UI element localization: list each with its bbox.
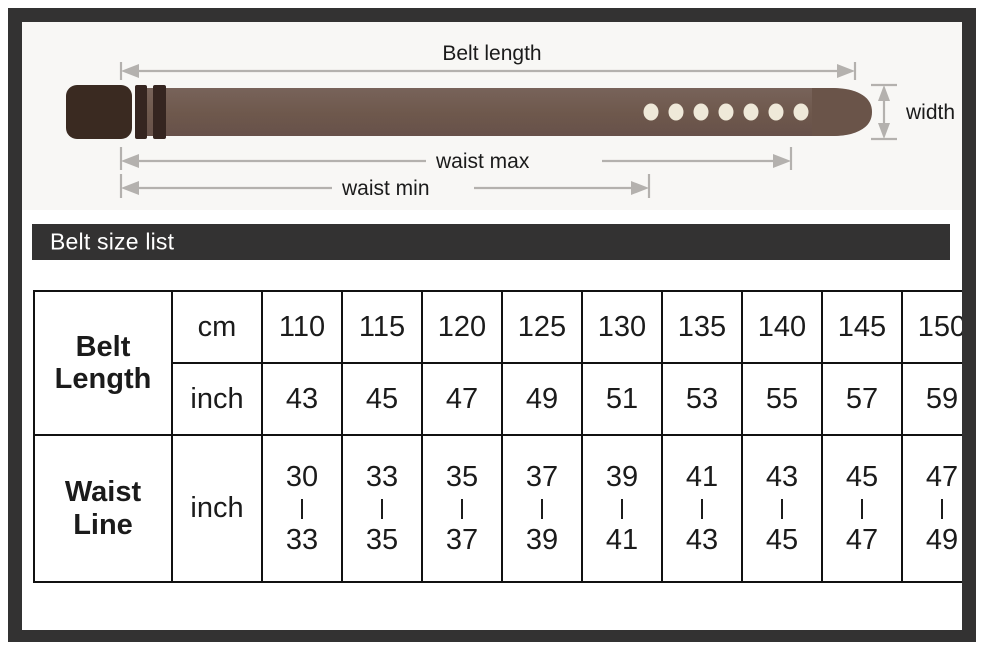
belt-keeper-2	[153, 85, 166, 139]
size-table-panel: Belt size list Belt Length cm 110 115 12…	[22, 210, 962, 630]
waist-range-6-max: 45	[765, 523, 799, 556]
unit-cell-inch-length: inch	[171, 362, 263, 436]
width-label: width	[906, 101, 956, 124]
belt-length-arrow-left	[121, 64, 139, 78]
section-title: Belt size list	[50, 228, 175, 255]
waist-range-4-min: 39	[605, 460, 639, 493]
row-header-belt-length-line2: Length	[54, 363, 152, 395]
waist-range-2: 35 37	[423, 460, 501, 556]
range-separator-icon	[461, 498, 463, 519]
cell-inch-0: 43	[261, 362, 343, 436]
range-separator-icon	[781, 498, 783, 519]
table-row-belt-length-cm: Belt Length cm 110 115 120 125 130 135 1…	[33, 290, 962, 436]
waist-min-label: waist min	[342, 177, 430, 200]
range-separator-icon	[941, 498, 943, 519]
belt-size-chart-image: Belt length width waist max waist min Be…	[0, 0, 1000, 650]
belt-illustration: Belt length width waist max waist min	[22, 22, 962, 210]
cell-inch-5: 53	[661, 362, 743, 436]
waist-range-2-max: 37	[445, 523, 479, 556]
row-header-belt-length-line1: Belt	[75, 330, 131, 363]
width-arrow-up	[878, 85, 890, 101]
cell-cm-3: 125	[501, 290, 583, 364]
belt-size-table: Belt Length cm 110 115 120 125 130 135 1…	[33, 290, 962, 583]
waist-range-2-min: 35	[445, 460, 479, 493]
waist-range-5: 41 43	[663, 460, 741, 556]
unit-cell-inch-waist: inch	[171, 434, 263, 583]
waist-range-6: 43 45	[743, 460, 821, 556]
section-title-bar: Belt size list	[32, 224, 950, 260]
belt-length-arrow-right	[837, 64, 855, 78]
width-arrow-down	[878, 123, 890, 139]
waist-range-4-max: 41	[605, 523, 639, 556]
waist-range-7-max: 47	[845, 523, 879, 556]
waist-range-3-min: 37	[525, 460, 559, 493]
waist-range-7: 45 47	[823, 460, 901, 556]
waist-range-6-min: 43	[765, 460, 799, 493]
unit-cell-cm: cm	[171, 290, 263, 364]
table-row-waist-line: Waist Line inch 30 33 33 35 35 37 37 39 …	[33, 434, 962, 583]
waist-max-arrow-left	[121, 154, 139, 168]
belt-length-label: Belt length	[442, 42, 542, 65]
range-separator-icon	[861, 498, 863, 519]
cell-waist-1: 33 35	[341, 434, 423, 583]
cell-cm-0: 110	[261, 290, 343, 364]
waist-max-arrow-right	[773, 154, 791, 168]
cell-waist-0: 30 33	[261, 434, 343, 583]
waist-range-3: 37 39	[503, 460, 581, 556]
belt-keeper-1	[135, 85, 147, 139]
waist-range-1-min: 33	[365, 460, 399, 493]
waist-range-8: 47 49	[903, 460, 962, 556]
cell-waist-5: 41 43	[661, 434, 743, 583]
cell-inch-2: 47	[421, 362, 503, 436]
cell-inch-4: 51	[581, 362, 663, 436]
range-separator-icon	[621, 498, 623, 519]
waist-range-5-max: 43	[685, 523, 719, 556]
belt-buckle	[66, 85, 132, 139]
waist-range-8-min: 47	[925, 460, 959, 493]
waist-range-7-min: 45	[845, 460, 879, 493]
cell-cm-8: 150	[901, 290, 962, 364]
range-separator-icon	[701, 498, 703, 519]
cell-inch-6: 55	[741, 362, 823, 436]
cell-cm-7: 145	[821, 290, 903, 364]
waist-range-4: 39 41	[583, 460, 661, 556]
waist-range-8-max: 49	[925, 523, 959, 556]
row-header-waist-line1: Waist	[64, 476, 142, 509]
waist-min-arrow-right	[631, 181, 649, 195]
cell-waist-6: 43 45	[741, 434, 823, 583]
belt-diagram-panel: Belt length width waist max waist min	[22, 22, 962, 210]
row-header-waist-line2: Line	[73, 508, 133, 541]
waist-max-label: waist max	[436, 150, 530, 173]
cell-inch-7: 57	[821, 362, 903, 436]
waist-min-arrow-left	[121, 181, 139, 195]
row-header-belt-length: Belt Length	[33, 290, 173, 436]
cell-cm-4: 130	[581, 290, 663, 364]
belt-strap	[138, 88, 870, 136]
table-row-belt-length-inch: inch 43 45 47 49 51 53 55 57 59	[34, 362, 962, 436]
waist-range-0-min: 30	[285, 460, 319, 493]
range-separator-icon	[541, 498, 543, 519]
cell-cm-5: 135	[661, 290, 743, 364]
waist-range-1-max: 35	[365, 523, 399, 556]
waist-range-3-max: 39	[525, 523, 559, 556]
cell-inch-3: 49	[501, 362, 583, 436]
waist-range-0-max: 33	[285, 523, 319, 556]
waist-range-1: 33 35	[343, 460, 421, 556]
cell-cm-2: 120	[421, 290, 503, 364]
cell-cm-1: 115	[341, 290, 423, 364]
range-separator-icon	[301, 498, 303, 519]
range-separator-icon	[381, 498, 383, 519]
cell-waist-8: 47 49	[901, 434, 962, 583]
cell-inch-8: 59	[901, 362, 962, 436]
cell-waist-4: 39 41	[581, 434, 663, 583]
waist-range-5-min: 41	[685, 460, 719, 493]
cell-waist-2: 35 37	[421, 434, 503, 583]
cell-waist-3: 37 39	[501, 434, 583, 583]
cell-waist-7: 45 47	[821, 434, 903, 583]
cell-cm-6: 140	[741, 290, 823, 364]
belt-tip	[812, 88, 872, 136]
row-header-waist-line: Waist Line	[33, 434, 173, 583]
cell-inch-1: 45	[341, 362, 423, 436]
waist-range-0: 30 33	[263, 460, 341, 556]
